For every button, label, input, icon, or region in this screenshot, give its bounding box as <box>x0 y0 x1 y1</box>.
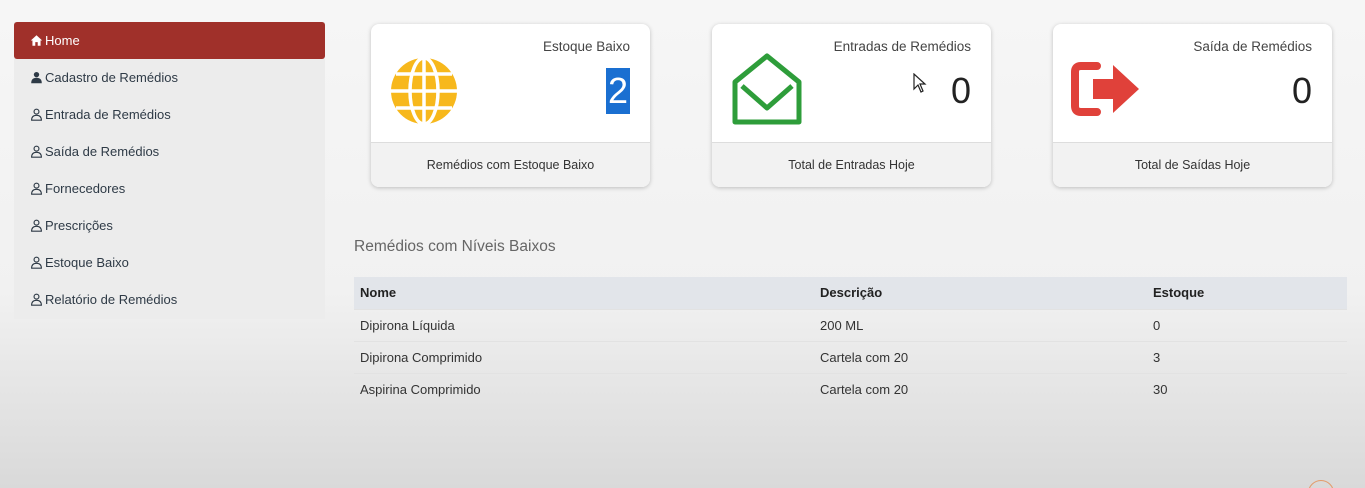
corner-indicator <box>1308 480 1334 488</box>
sidebar-item-label: Saída de Remédios <box>45 144 160 159</box>
card-title: Estoque Baixo <box>542 39 630 54</box>
user-icon <box>30 145 43 158</box>
sidebar-item-label: Fornecedores <box>45 181 126 196</box>
mouse-cursor-icon <box>913 72 927 98</box>
sidebar-item-estoque-baixo[interactable]: Estoque Baixo <box>14 244 325 281</box>
sidebar-item-entrada[interactable]: Entrada de Remédios <box>14 96 325 133</box>
table-cell: Aspirina Comprimido <box>354 372 814 405</box>
user-icon <box>30 256 43 269</box>
section-title: Remédios com Níveis Baixos <box>354 238 556 255</box>
card-footer[interactable]: Total de Entradas Hoje <box>712 142 991 187</box>
sidebar-item-label: Relatório de Remédios <box>45 292 178 307</box>
user-icon <box>30 219 43 232</box>
card-entradas[interactable]: Entradas de Remédios 0 Total de Entradas… <box>712 24 991 187</box>
table-cell: 3 <box>1147 340 1347 373</box>
card-saida[interactable]: Saída de Remédios 0 Total de Saídas Hoje <box>1053 24 1332 187</box>
user-icon <box>30 108 43 121</box>
card-value: 0 <box>950 70 971 111</box>
card-value: 2 <box>605 68 630 114</box>
sidebar-item-label: Entrada de Remédios <box>45 107 171 122</box>
table-header-row: Nome Descrição Estoque <box>354 277 1347 309</box>
card-footer[interactable]: Remédios com Estoque Baixo <box>371 142 650 187</box>
sidebar-item-label: Estoque Baixo <box>45 255 129 270</box>
sidebar-item-label: Prescrições <box>45 218 113 233</box>
globe-icon <box>389 56 459 131</box>
table-cell: Dipirona Comprimido <box>354 340 814 373</box>
sidebar-item-saida[interactable]: Saída de Remédios <box>14 133 325 170</box>
sidebar-item-cadastro[interactable]: Cadastro de Remédios <box>14 59 325 96</box>
user-icon <box>30 182 43 195</box>
envelope-open-icon <box>730 52 804 131</box>
sidebar-item-home[interactable]: Home <box>14 22 325 59</box>
table-cell: Dipirona Líquida <box>354 308 814 341</box>
user-icon <box>30 293 43 306</box>
sidebar-item-relatorio[interactable]: Relatório de Remédios <box>14 281 325 318</box>
home-icon <box>30 34 43 47</box>
card-value: 0 <box>1291 70 1312 111</box>
user-filled-icon <box>30 71 43 84</box>
table-cell: Cartela com 20 <box>814 340 1147 373</box>
table-cell: 0 <box>1147 308 1347 341</box>
sign-out-icon <box>1071 60 1143 123</box>
sidebar-item-label: Cadastro de Remédios <box>45 70 178 85</box>
column-header: Nome <box>360 285 397 301</box>
sidebar-item-prescricoes[interactable]: Prescrições <box>14 207 325 244</box>
low-stock-table: Nome Descrição Estoque Dipirona Líquida … <box>354 277 1347 405</box>
card-footer[interactable]: Total de Saídas Hoje <box>1053 142 1332 187</box>
table-row: Dipirona Líquida 200 ML 0 <box>354 308 1347 341</box>
card-estoque-baixo[interactable]: Estoque Baixo 2 Remédios com Estoque Bai… <box>371 24 650 187</box>
table-cell: 30 <box>1147 372 1347 405</box>
column-header: Estoque <box>1153 285 1205 301</box>
table-cell: Cartela com 20 <box>814 372 1147 405</box>
table-row: Aspirina Comprimido Cartela com 20 30 <box>354 372 1347 405</box>
sidebar: Home Cadastro de Remédios Entrada de Rem… <box>14 22 325 319</box>
sidebar-item-fornecedores[interactable]: Fornecedores <box>14 170 325 207</box>
card-title: Saída de Remédios <box>1193 39 1312 54</box>
table-cell: 200 ML <box>814 308 1147 341</box>
card-title: Entradas de Remédios <box>833 39 971 54</box>
column-header: Descrição <box>820 285 883 301</box>
table-row: Dipirona Comprimido Cartela com 20 3 <box>354 340 1347 373</box>
sidebar-item-label: Home <box>45 33 80 48</box>
